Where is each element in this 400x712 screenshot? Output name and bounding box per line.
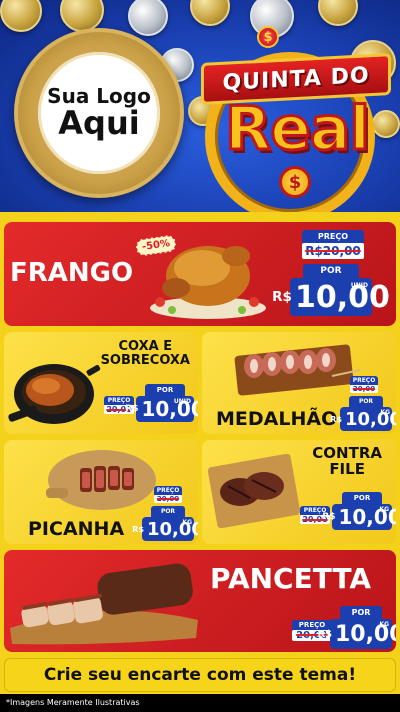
product-name: PICANHA — [28, 518, 125, 540]
product-card-frango[interactable]: FRANGO PREÇO R$20,00 POR R$ 10,00 UNID — [4, 222, 396, 326]
product-card-pancetta[interactable]: PANCETTA PREÇO 20,00 POR R$ 10,00 KG — [4, 550, 396, 652]
product-card-coxa[interactable]: COXA E SOBRECOXA PREÇO 20,00 POR R$ 10,0… — [4, 332, 198, 434]
new-price-box: POR R$ 10,00 KG — [132, 506, 198, 541]
unit-label: KG — [182, 519, 192, 526]
currency: R$ — [322, 512, 336, 522]
promo-title: $ QUINTA DO Real $ — [195, 26, 395, 212]
unit-label: KG — [379, 621, 389, 628]
header-banner: Sua Logo Aqui $ QUINTA DO Real $ — [0, 0, 400, 212]
new-price-box: POR R$ 10,00 UNID — [272, 264, 390, 316]
unit-label: UNID — [350, 282, 368, 289]
product-name: FRANGO — [10, 258, 134, 288]
product-name-line2: SOBRECOXA — [100, 352, 190, 368]
dollar-coin-icon: $ — [257, 26, 279, 48]
coin-icon — [0, 0, 42, 32]
currency: R$ — [132, 524, 144, 534]
product-name-line1: COXA E — [118, 339, 173, 354]
currency: R$ — [330, 414, 342, 424]
dollar-coin-icon: $ — [279, 166, 311, 198]
product-card-medalhao[interactable]: MEDALHÃO PREÇO 20,00 POR R$ 10,00 KG — [202, 332, 396, 434]
cta-banner[interactable]: Crie seu encarte com este tema! — [4, 658, 396, 692]
new-price-box: POR R$ 10,00 KG — [330, 396, 396, 431]
currency: R$ — [272, 289, 292, 305]
new-price-box: POR R$ 10,00 KG — [317, 606, 396, 649]
logo-text-line2: Aqui — [58, 104, 140, 143]
product-card-picanha[interactable]: PICANHA PREÇO 20,00 POR R$ 10,00 KG — [4, 440, 198, 544]
product-card-contrafile[interactable]: CONTRA FILE PREÇO 20,00 POR R$ 10,00 KG — [202, 440, 396, 544]
coin-icon — [190, 0, 230, 26]
unit-label: KG — [380, 409, 390, 416]
product-name: PANCETTA — [210, 562, 372, 595]
unit-label: UNID — [173, 398, 191, 405]
title-small-text: QUINTA DO — [222, 62, 370, 96]
new-price: 10,00 — [294, 279, 390, 315]
pancetta-board-image — [10, 563, 198, 645]
coin-icon — [318, 0, 358, 26]
picanha-board-image — [46, 450, 156, 510]
disclaimer-footer: *Imagens Meramente Ilustrativas — [0, 694, 400, 712]
old-price: R$20,00 — [305, 244, 361, 258]
old-price: 20,00 — [156, 495, 180, 503]
old-price: 20,00 — [352, 385, 376, 393]
medalhao-skewers-image — [234, 344, 361, 396]
product-name-line2: FILE — [329, 459, 365, 478]
logo-placeholder: Sua Logo Aqui — [14, 28, 184, 198]
unit-label: KG — [379, 506, 389, 513]
product-name: MEDALHÃO — [216, 408, 338, 430]
new-price-box: POR R$ 10,00 KG — [322, 492, 396, 530]
currency: R$ — [125, 404, 139, 414]
currency: R$ — [317, 628, 332, 640]
chicken-leg-pan-image — [8, 364, 101, 424]
title-big-text: Real — [224, 93, 372, 166]
contrafile-steaks-image — [207, 454, 301, 528]
new-price-box: POR R$ 10,00 UNID — [125, 384, 198, 422]
old-price-box: PREÇO 20,00 — [154, 486, 182, 503]
coin-icon — [128, 0, 168, 36]
old-price-box: PREÇO 20,00 — [350, 376, 378, 393]
old-price-box: PREÇO R$20,00 — [302, 230, 364, 259]
